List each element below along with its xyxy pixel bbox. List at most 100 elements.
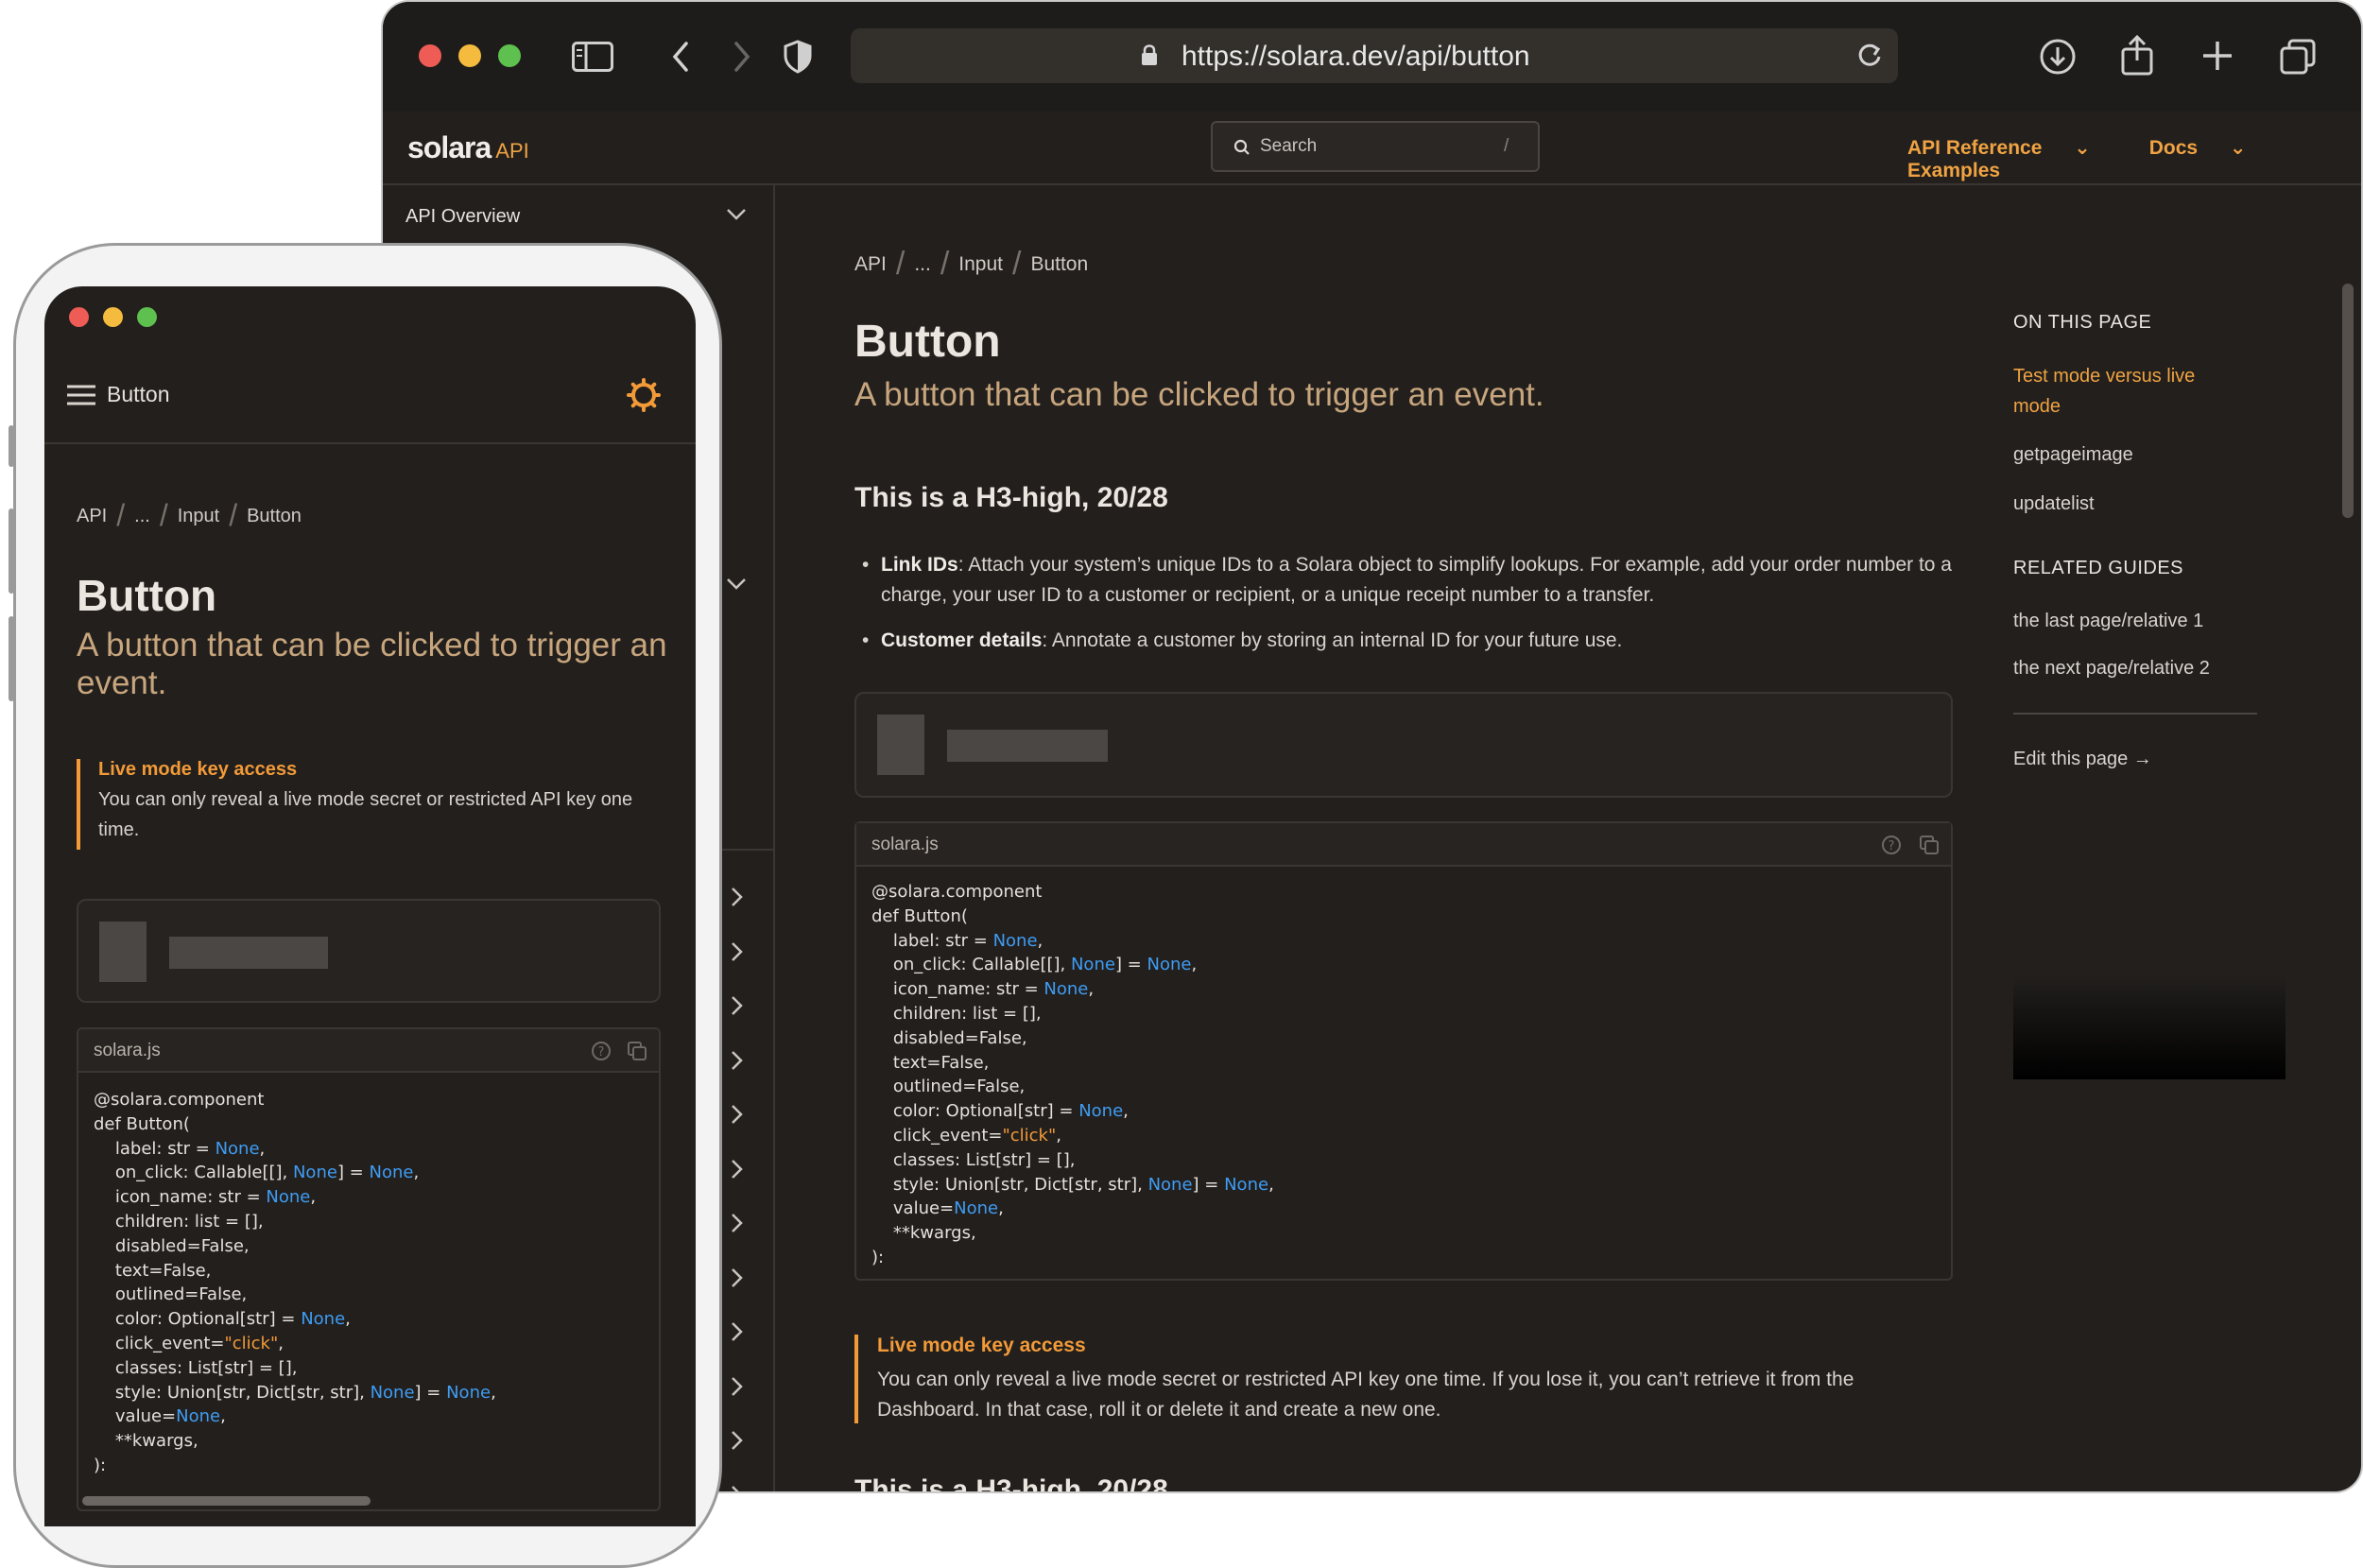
sidebar-toggle-icon[interactable] — [572, 42, 613, 72]
chevron-right-icon[interactable] — [731, 1213, 744, 1233]
chevron-right-icon[interactable] — [731, 1376, 744, 1397]
copy-icon[interactable] — [1919, 835, 1940, 855]
chevron-right-icon[interactable] — [731, 1430, 744, 1451]
placeholder-card — [77, 899, 661, 1003]
mobile-callout: Live mode key access You can only reveal… — [77, 759, 663, 850]
chevron-down-icon[interactable] — [726, 208, 747, 221]
mobile-page-subtitle: A button that can be clicked to trigger … — [77, 627, 667, 701]
search-placeholder: Search — [1260, 136, 1318, 156]
breadcrumb-api[interactable]: API — [854, 253, 887, 275]
chevron-right-icon[interactable] — [731, 1485, 744, 1494]
bullet-dot: • — [862, 629, 870, 651]
code-block-header: solara.js ? — [78, 1029, 659, 1073]
toc-link[interactable]: updatelist — [2013, 493, 2095, 515]
chevron-right-icon[interactable] — [731, 887, 744, 907]
breadcrumb-ellipsis[interactable]: ... — [914, 253, 931, 275]
related-guide-link[interactable]: the last page/relative 1 — [2013, 611, 2203, 632]
breadcrumb-ellipsis[interactable]: ... — [134, 506, 150, 526]
new-tab-plus-icon[interactable] — [2201, 40, 2234, 72]
mobile-header-title: Button — [107, 382, 170, 406]
callout-body: You can only reveal a live mode secret o… — [98, 789, 633, 840]
minimize-window-button[interactable] — [458, 44, 481, 67]
breadcrumb-button: Button — [247, 506, 302, 526]
bullet-text: : Annotate a customer by storing an inte… — [1042, 629, 1623, 651]
copy-icon[interactable] — [627, 1041, 647, 1061]
site-header: solara API Search / API Reference ⌄ Docs … — [383, 112, 2361, 185]
callout-live-mode: Live mode key access You can only reveal… — [854, 1335, 1953, 1423]
nav-docs-label: Docs — [2148, 137, 2199, 159]
breadcrumb-input[interactable]: Input — [958, 253, 1003, 275]
chevron-down-icon[interactable] — [726, 577, 747, 591]
chevron-right-icon[interactable] — [731, 1267, 744, 1288]
address-bar[interactable]: https://solara.dev/api/button — [851, 28, 1898, 83]
mobile-header: Button — [44, 348, 696, 444]
nav-docs[interactable]: Docs ⌄ — [2149, 137, 2273, 159]
chevron-right-icon[interactable] — [731, 1321, 744, 1342]
search-shortcut: / — [1504, 136, 1509, 156]
toc-heading: ON THIS PAGE — [2013, 312, 2152, 333]
bullet-term: Link IDs — [881, 554, 958, 576]
privacy-shield-icon[interactable] — [784, 40, 812, 74]
toc-link[interactable]: getpageimage — [2013, 444, 2133, 466]
nav-examples[interactable]: Examples — [1907, 160, 2000, 181]
chevron-right-icon[interactable] — [731, 1104, 744, 1125]
minimize-window-button[interactable] — [103, 307, 123, 327]
callout-title: Live mode key access — [877, 1335, 1086, 1356]
section-heading-2: This is a H3-high, 20/28 — [854, 1474, 1168, 1493]
callout-body: You can only reveal a live mode secret o… — [877, 1369, 1854, 1421]
close-window-button[interactable] — [69, 307, 89, 327]
reload-icon[interactable] — [1856, 42, 1883, 70]
forward-arrow-icon[interactable] — [733, 42, 751, 72]
toc-divider — [2013, 713, 2257, 715]
bullet-customer-details: • Customer details: Annotate a customer b… — [862, 626, 1968, 656]
placeholder-text-block — [169, 937, 328, 969]
svg-text:?: ? — [1889, 839, 1895, 853]
nav-api-reference[interactable]: API Reference ⌄ — [1907, 137, 2117, 159]
zoom-window-button[interactable] — [498, 44, 521, 67]
share-icon[interactable] — [2120, 34, 2154, 76]
edit-page-link[interactable]: Edit this page → — [2013, 749, 2152, 770]
breadcrumb-button: Button — [1030, 253, 1089, 275]
close-window-button[interactable] — [419, 44, 441, 67]
chevron-right-icon[interactable] — [731, 1050, 744, 1071]
chevron-right-icon[interactable] — [731, 1159, 744, 1180]
page-subtitle: A button that can be clicked to trigger … — [854, 376, 1544, 413]
bullet-term: Customer details — [881, 629, 1043, 651]
bullet-dot: • — [862, 554, 870, 576]
breadcrumb-input[interactable]: Input — [178, 506, 219, 526]
placeholder-text-block — [947, 730, 1108, 762]
back-arrow-icon[interactable] — [671, 42, 690, 72]
breadcrumb-api[interactable]: API — [77, 506, 107, 526]
volume-down-button — [9, 616, 14, 701]
toc-link-active[interactable]: Test mode versus live mode — [2013, 361, 2240, 422]
help-icon[interactable]: ? — [1881, 835, 1902, 855]
mobile-screen: Button API /... / Input / Button Button A but… — [44, 286, 696, 1526]
code-filename: solara.js — [871, 835, 939, 854]
related-guide-link[interactable]: the next page/relative 2 — [2013, 658, 2210, 680]
chevron-right-icon[interactable] — [731, 995, 744, 1016]
chevron-right-icon[interactable] — [731, 941, 744, 962]
search-icon — [1233, 139, 1250, 155]
search-input[interactable]: Search / — [1211, 121, 1540, 172]
downloads-icon[interactable] — [2039, 38, 2077, 76]
tab-overview-icon[interactable] — [2279, 38, 2317, 76]
logo-text: solara — [407, 130, 492, 164]
sidebar-item-api-overview[interactable]: API Overview — [405, 206, 520, 228]
settings-sun-icon[interactable] — [627, 378, 661, 412]
code-block: solara.js ? @solara.component def Button… — [854, 821, 1953, 1281]
side-button — [9, 425, 14, 467]
code-block-header: solara.js ? — [856, 823, 1951, 867]
breadcrumb: API /... / Input / Button — [854, 246, 1089, 282]
mobile-device-frame: Button API /... / Input / Button Button A but… — [9, 243, 722, 1568]
scrollbar[interactable] — [2342, 284, 2354, 518]
code-filename: solara.js — [94, 1041, 161, 1060]
placeholder-image — [99, 922, 147, 982]
zoom-window-button[interactable] — [137, 307, 157, 327]
volume-up-button — [9, 508, 14, 594]
help-icon[interactable]: ? — [591, 1041, 612, 1061]
hamburger-menu-icon[interactable] — [67, 385, 95, 405]
solara-logo[interactable]: solara API — [407, 130, 529, 165]
svg-text:?: ? — [598, 1045, 605, 1060]
horizontal-scrollbar[interactable] — [82, 1496, 371, 1506]
browser-toolbar: https://solara.dev/api/button — [383, 2, 2361, 112]
